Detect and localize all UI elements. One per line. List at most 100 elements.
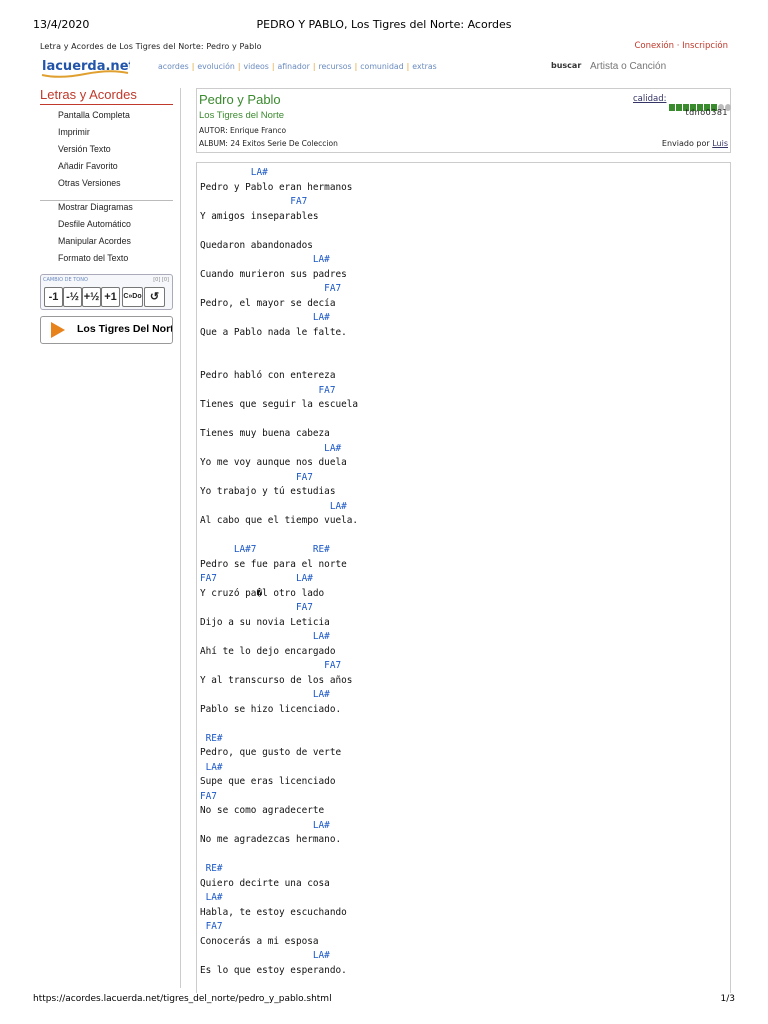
tone-up-one-button[interactable]: +1 bbox=[101, 287, 120, 307]
chord-line[interactable]: LA# bbox=[200, 166, 358, 181]
column-divider bbox=[180, 88, 181, 988]
chord-line[interactable]: LA# bbox=[200, 949, 358, 964]
song-artist[interactable]: Los Tigres del Norte bbox=[199, 110, 284, 121]
sidebar-tool-item-1[interactable]: Desfile Automático bbox=[58, 216, 133, 233]
chord-line[interactable]: FA7 bbox=[200, 471, 358, 486]
chord-line[interactable]: LA# bbox=[200, 442, 358, 457]
chord-line[interactable]: FA7 bbox=[200, 282, 358, 297]
lyric-line: Tienes que seguir la escuela bbox=[200, 399, 359, 410]
lyric-line: Supe que eras licenciado bbox=[200, 776, 336, 787]
notation-toggle-button[interactable]: C»Do bbox=[122, 287, 143, 307]
submitted-by: Enviado por Luis bbox=[662, 139, 728, 148]
search-input[interactable] bbox=[586, 58, 734, 74]
lyric-line: Pablo se hizo licenciado. bbox=[200, 703, 342, 715]
sidebar-tool-item-0[interactable]: Mostrar Diagramas bbox=[58, 199, 133, 216]
lyric-line: Tienes muy buena cabeza bbox=[200, 428, 330, 439]
submitted-by-user-link[interactable]: Luis bbox=[712, 139, 728, 148]
chord-line[interactable]: FA7 bbox=[200, 195, 358, 210]
chord-line[interactable]: LA# bbox=[200, 891, 358, 906]
lyric-line: Pedro, el mayor se decía bbox=[200, 297, 336, 309]
song-album: ALBUM: 24 Exitos Serie De Coleccion bbox=[199, 139, 338, 148]
play-icon[interactable] bbox=[51, 322, 65, 338]
main-nav: acordes | evolución | videos | afinador | recurs… bbox=[158, 62, 437, 71]
sidebar-title: Letras y Acordes bbox=[40, 87, 137, 102]
lyric-line: Yo me voy aunque nos duela bbox=[200, 457, 347, 468]
sidebar-menu-item-1[interactable]: Imprimir bbox=[58, 124, 130, 141]
tone-down-one-button[interactable]: -1 bbox=[44, 287, 63, 307]
nav-separator: | bbox=[191, 62, 195, 71]
lyric-line: Al cabo que el tiempo vuela. bbox=[200, 515, 359, 526]
chord-line[interactable]: FA7 LA# bbox=[200, 572, 358, 587]
nav-separator: | bbox=[237, 62, 241, 71]
sidebar-menu-secondary: Mostrar Diagramas Desfile Automático Manip… bbox=[58, 199, 133, 267]
quality-link[interactable]: calidad: bbox=[633, 94, 666, 104]
nav-item-6[interactable]: extras bbox=[412, 62, 436, 71]
reset-tone-icon[interactable]: ↺ bbox=[144, 287, 165, 307]
lyric-line: Pedro y Pablo eran hermanos bbox=[200, 181, 353, 193]
nav-item-2[interactable]: videos bbox=[243, 62, 268, 71]
chord-line[interactable]: RE# bbox=[200, 732, 358, 747]
tone-up-half-button[interactable]: +½ bbox=[82, 287, 101, 307]
lyric-line: No me agradezcas hermano. bbox=[200, 834, 342, 845]
sidebar-menu-item-0[interactable]: Pantalla Completa bbox=[58, 107, 130, 124]
chord-line[interactable]: LA# bbox=[200, 688, 358, 703]
nav-item-4[interactable]: recursos bbox=[318, 62, 351, 71]
lyric-line: Y al transcurso de los años bbox=[200, 674, 353, 686]
sidebar-title-rule bbox=[40, 104, 173, 105]
chord-line[interactable]: LA# bbox=[200, 761, 358, 776]
lyric-line: Conocerás a mi esposa bbox=[200, 935, 319, 947]
lyric-line: No se como agradecerte bbox=[200, 805, 325, 816]
lyric-line: Quiero decirte una cosa bbox=[200, 877, 330, 889]
chord-line[interactable]: LA# bbox=[200, 819, 358, 834]
nav-item-3[interactable]: afinador bbox=[277, 62, 309, 71]
tone-down-half-button[interactable]: -½ bbox=[63, 287, 82, 307]
sidebar-menu-item-4[interactable]: Otras Versiones bbox=[58, 175, 130, 192]
artist-player[interactable]: Los Tigres Del Norte bbox=[40, 316, 173, 344]
chord-line[interactable]: LA#7 RE# bbox=[200, 543, 358, 558]
chord-line[interactable]: LA# bbox=[200, 500, 358, 515]
quality-bar bbox=[676, 104, 682, 111]
nav-separator: | bbox=[406, 62, 410, 71]
lyric-line: Habla, te estoy escuchando bbox=[200, 906, 347, 918]
nav-separator: | bbox=[271, 62, 275, 71]
chord-line[interactable]: FA7 bbox=[200, 659, 358, 674]
lyric-line: Dijo a su novia Leticia bbox=[200, 616, 330, 628]
chord-line[interactable]: LA# bbox=[200, 630, 358, 645]
chord-line[interactable]: LA# bbox=[200, 311, 358, 326]
sidebar-menu-item-2[interactable]: Versión Texto bbox=[58, 141, 130, 158]
sidebar-menu-item-3[interactable]: Añadir Favorito bbox=[58, 158, 130, 175]
sidebar-tool-item-3[interactable]: Formato del Texto bbox=[58, 250, 133, 267]
lyric-line: Es lo que estoy esperando. bbox=[200, 964, 347, 976]
nav-separator: | bbox=[354, 62, 358, 71]
song-autor: AUTOR: Enrique Franco bbox=[199, 126, 287, 135]
lyric-line: Yo trabajo y tú estudias bbox=[200, 486, 336, 497]
sidebar-menu-primary: Pantalla Completa Imprimir Versión Texto Añ… bbox=[58, 107, 130, 192]
print-title: PEDRO Y PABLO, Los Tigres del Norte: Aco… bbox=[256, 18, 512, 31]
chord-line[interactable]: FA7 bbox=[200, 790, 358, 805]
tone-change-label: CAMBIO DE TONO bbox=[43, 277, 88, 283]
submitted-by-label: Enviado por bbox=[661, 139, 710, 148]
login-link[interactable]: Conexión · Inscripción bbox=[634, 41, 728, 51]
lyric-line: Ahí te lo dejo encargado bbox=[200, 645, 336, 657]
print-page-number: 1/3 bbox=[720, 994, 735, 1004]
chord-line[interactable]: LA# bbox=[200, 253, 358, 268]
chord-line[interactable]: FA7 bbox=[200, 601, 358, 616]
chord-line[interactable]: FA7 bbox=[200, 920, 358, 935]
chord-line[interactable]: RE# bbox=[200, 862, 358, 877]
quality-bar bbox=[669, 104, 675, 111]
nav-item-5[interactable]: comunidad bbox=[360, 62, 403, 71]
sidebar-tool-item-2[interactable]: Manipular Acordes bbox=[58, 233, 133, 250]
lyric-line: Cuando murieron sus padres bbox=[200, 268, 347, 280]
nav-item-0[interactable]: acordes bbox=[158, 62, 189, 71]
nav-item-1[interactable]: evolución bbox=[197, 62, 234, 71]
lyric-line: Pedro se fue para el norte bbox=[200, 558, 347, 570]
site-logo[interactable]: lacuerda.net bbox=[40, 57, 130, 79]
chord-line[interactable]: FA7 bbox=[200, 384, 358, 399]
lyric-line: Y amigos inseparables bbox=[200, 210, 319, 222]
tone-change-index: [0] [0] bbox=[153, 277, 169, 283]
